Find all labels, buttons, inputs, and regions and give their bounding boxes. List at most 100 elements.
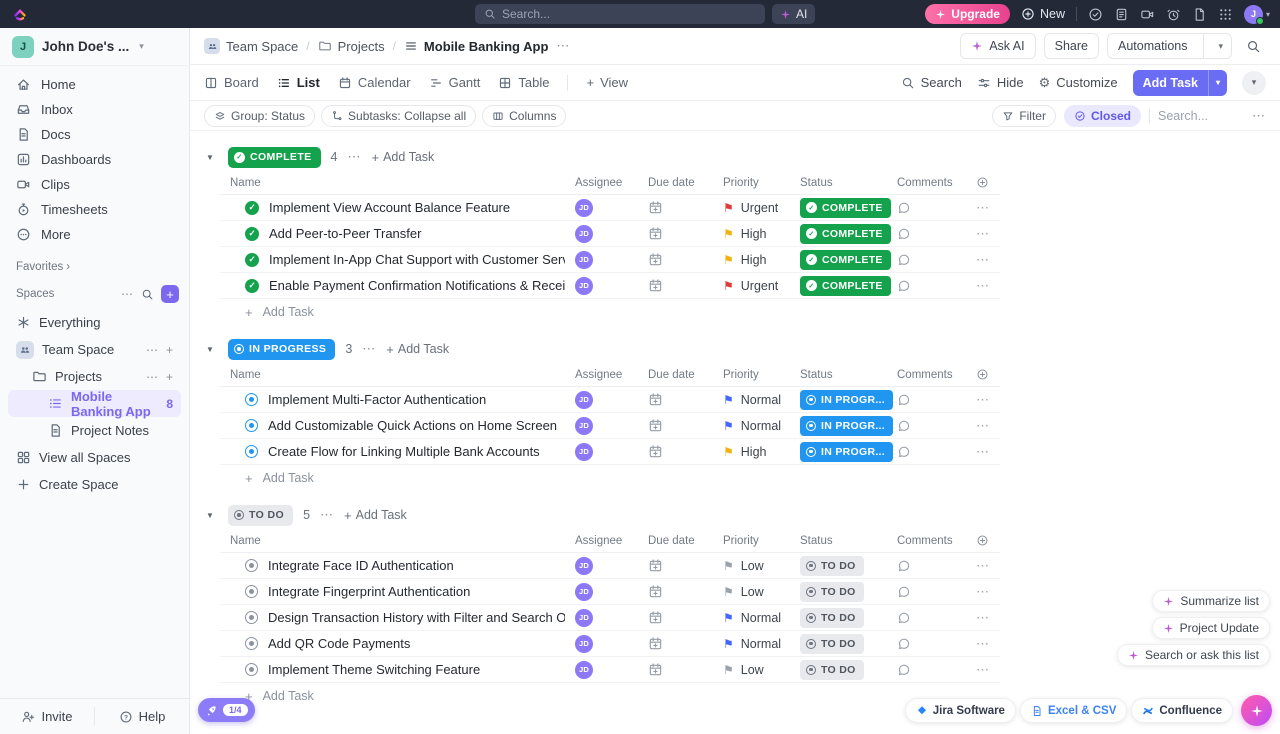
- sidebar-item-project-notes[interactable]: Project Notes: [8, 417, 181, 444]
- folder-add-button[interactable]: +: [166, 370, 173, 384]
- due-date-cell[interactable]: [638, 226, 713, 241]
- comments-cell[interactable]: [887, 419, 966, 433]
- assignee-cell[interactable]: JD: [565, 443, 638, 461]
- status-badge[interactable]: ✓COMPLETE: [800, 276, 891, 296]
- status-badge[interactable]: ✓COMPLETE: [800, 198, 891, 218]
- group-collapse-caret[interactable]: ▼: [206, 153, 218, 162]
- task-row[interactable]: ✓ Implement View Account Balance Feature…: [220, 195, 1000, 221]
- add-column-button[interactable]: [966, 534, 1000, 547]
- jira-software-button[interactable]: Jira Software: [905, 698, 1016, 723]
- group-collapse-caret[interactable]: ▼: [206, 345, 218, 354]
- sidebar-item-team-space[interactable]: Team Space ⋯+: [8, 336, 181, 363]
- priority-cell[interactable]: ⚑ High: [713, 227, 790, 241]
- assignee-cell[interactable]: JD: [565, 661, 638, 679]
- status-cell[interactable]: TO DO: [790, 608, 887, 628]
- column-header-due-date[interactable]: Due date: [638, 535, 713, 547]
- closed-filter-button[interactable]: Closed: [1064, 105, 1141, 127]
- priority-cell[interactable]: ⚑ Urgent: [713, 201, 790, 215]
- trial-progress-button[interactable]: 1/4: [198, 698, 255, 722]
- column-header-name[interactable]: Name: [220, 177, 565, 189]
- due-date-cell[interactable]: [638, 610, 713, 625]
- sidebar-item-timesheets[interactable]: Timesheets: [8, 197, 181, 222]
- column-header-priority[interactable]: Priority: [713, 177, 790, 189]
- status-cell[interactable]: TO DO: [790, 556, 887, 576]
- status-cell[interactable]: ✓COMPLETE: [790, 224, 887, 244]
- task-menu-button[interactable]: ⋯: [966, 252, 1000, 268]
- add-column-button[interactable]: [966, 368, 1000, 381]
- task-row[interactable]: ✓ Implement In-App Chat Support with Cus…: [220, 247, 1000, 273]
- due-date-cell[interactable]: [638, 558, 713, 573]
- due-date-cell[interactable]: [638, 392, 713, 407]
- comments-cell[interactable]: [887, 445, 966, 459]
- task-status-icon[interactable]: [245, 393, 258, 406]
- priority-cell[interactable]: ⚑ Normal: [713, 393, 790, 407]
- task-name-cell[interactable]: Design Transaction History with Filter a…: [220, 610, 565, 625]
- tab-board[interactable]: Board: [204, 75, 259, 90]
- columns-button[interactable]: Columns: [482, 105, 566, 127]
- due-date-cell[interactable]: [638, 584, 713, 599]
- sidebar-item-inbox[interactable]: Inbox: [8, 97, 181, 122]
- confluence-button[interactable]: Confluence: [1131, 698, 1233, 723]
- doc-page-icon[interactable]: [1192, 7, 1207, 22]
- task-status-icon[interactable]: [245, 637, 258, 650]
- task-row[interactable]: Integrate Fingerprint Authentication JD …: [220, 579, 1000, 605]
- column-header-status[interactable]: Status: [790, 177, 887, 189]
- task-status-icon[interactable]: [245, 419, 258, 432]
- priority-cell[interactable]: ⚑ Normal: [713, 611, 790, 625]
- status-cell[interactable]: IN PROGR...: [790, 442, 887, 462]
- list-menu-button[interactable]: ⋯: [556, 38, 570, 54]
- due-date-cell[interactable]: [638, 278, 713, 293]
- clickup-logo-icon[interactable]: [12, 6, 28, 22]
- task-row[interactable]: Add QR Code Payments JD ⚑ Normal TO DO ⋯: [220, 631, 1000, 657]
- due-date-cell[interactable]: [638, 200, 713, 215]
- sidebar-item-clips[interactable]: Clips: [8, 172, 181, 197]
- status-badge[interactable]: ✓COMPLETE: [800, 224, 891, 244]
- breadcrumb-list[interactable]: Mobile Banking App: [404, 39, 548, 54]
- workspace-switcher[interactable]: J John Doe's ... ▾: [0, 28, 189, 66]
- task-row[interactable]: Implement Theme Switching Feature JD ⚑ L…: [220, 657, 1000, 683]
- status-badge[interactable]: IN PROGR...: [800, 416, 893, 436]
- space-add-button[interactable]: +: [166, 343, 173, 357]
- favorites-section[interactable]: Favorites ›: [0, 249, 189, 275]
- group-add-task-button[interactable]: +Add Task: [344, 508, 407, 523]
- ai-assistant-fab[interactable]: [1241, 695, 1272, 726]
- status-cell[interactable]: IN PROGR...: [790, 416, 887, 436]
- sidebar-item-dashboards[interactable]: Dashboards: [8, 147, 181, 172]
- ask-ai-button[interactable]: Ask AI: [960, 33, 1035, 59]
- spaces-search-icon[interactable]: [141, 288, 154, 301]
- comments-cell[interactable]: [887, 201, 966, 215]
- excel-csv-button[interactable]: Excel & CSV: [1020, 698, 1127, 723]
- column-header-name[interactable]: Name: [220, 369, 565, 381]
- task-status-icon[interactable]: ✓: [245, 227, 259, 241]
- list-search-button[interactable]: Search: [901, 75, 962, 90]
- new-button[interactable]: New: [1021, 7, 1065, 21]
- priority-cell[interactable]: ⚑ Low: [713, 663, 790, 677]
- task-menu-button[interactable]: ⋯: [966, 662, 1000, 678]
- comments-cell[interactable]: [887, 279, 966, 293]
- group-status-pill[interactable]: TO DO: [228, 505, 293, 526]
- task-status-icon[interactable]: ✓: [245, 279, 259, 293]
- status-badge[interactable]: IN PROGR...: [800, 442, 893, 462]
- apps-grid-icon[interactable]: [1218, 7, 1233, 22]
- due-date-cell[interactable]: [638, 252, 713, 267]
- assignee-cell[interactable]: JD: [565, 391, 638, 409]
- comments-cell[interactable]: [887, 393, 966, 407]
- task-menu-button[interactable]: ⋯: [966, 392, 1000, 408]
- comments-cell[interactable]: [887, 585, 966, 599]
- assignee-cell[interactable]: JD: [565, 199, 638, 217]
- task-status-icon[interactable]: ✓: [245, 253, 259, 267]
- task-menu-button[interactable]: ⋯: [966, 200, 1000, 216]
- sidebar-item-more[interactable]: More: [8, 222, 181, 247]
- task-row[interactable]: Implement Multi-Factor Authentication JD…: [220, 387, 1000, 413]
- user-menu[interactable]: J ▾: [1244, 5, 1270, 24]
- column-header-comments[interactable]: Comments: [887, 177, 966, 189]
- task-menu-button[interactable]: ⋯: [966, 444, 1000, 460]
- task-status-icon[interactable]: [245, 663, 258, 676]
- due-date-cell[interactable]: [638, 418, 713, 433]
- due-date-cell[interactable]: [638, 636, 713, 651]
- assignee-cell[interactable]: JD: [565, 225, 638, 243]
- comments-cell[interactable]: [887, 559, 966, 573]
- project-update-button[interactable]: Project Update: [1152, 617, 1270, 639]
- group-add-task-button[interactable]: +Add Task: [372, 150, 435, 165]
- summarize-list-button[interactable]: Summarize list: [1152, 590, 1270, 612]
